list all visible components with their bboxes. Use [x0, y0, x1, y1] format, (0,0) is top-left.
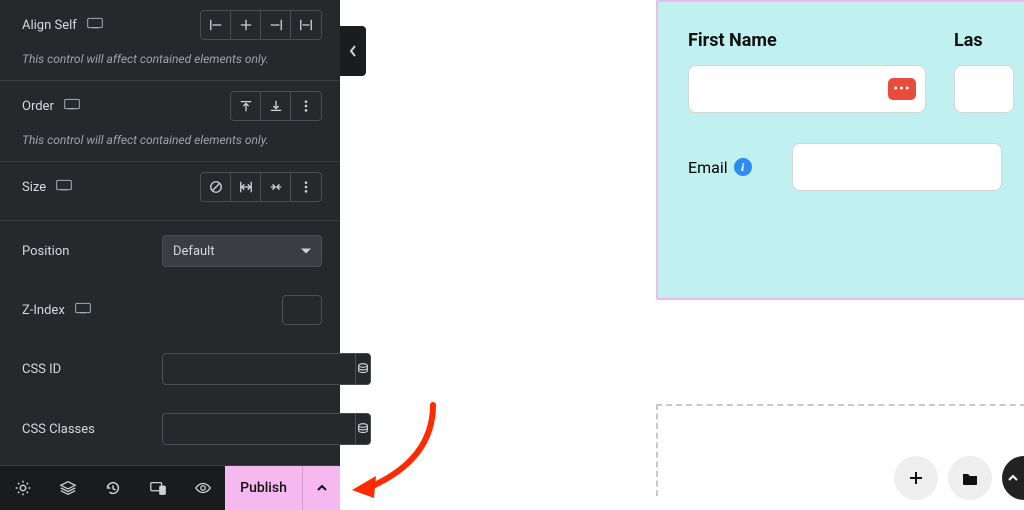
align-self-label-wrap: Align Self: [22, 17, 103, 33]
align-self-label: Align Self: [22, 18, 77, 33]
control-row-zindex: Z-Index: [0, 281, 340, 339]
position-select[interactable]: Default: [162, 235, 322, 267]
cssid-label: CSS ID: [22, 362, 61, 377]
align-self-center-button[interactable]: [231, 11, 261, 39]
responsive-icon[interactable]: [75, 302, 91, 318]
form-row-names: First Name ••• Las: [688, 30, 1004, 113]
size-none-button[interactable]: [201, 173, 231, 201]
order-start-button[interactable]: [231, 92, 261, 120]
control-row-align-self: Align Self: [0, 0, 340, 48]
dynamic-tags-button[interactable]: [355, 353, 371, 385]
zindex-label-wrap: Z-Index: [22, 302, 91, 318]
control-row-cssclasses: CSS Classes: [0, 399, 340, 459]
cssclasses-label: CSS Classes: [22, 422, 95, 437]
size-label-wrap: Size: [22, 179, 72, 195]
align-self-end-button[interactable]: [261, 11, 291, 39]
control-row-size: Size: [0, 162, 340, 221]
dynamic-tags-button[interactable]: [355, 413, 371, 445]
align-self-start-button[interactable]: [201, 11, 231, 39]
editor-sidebar: Align Self This control will affect cont…: [0, 0, 340, 510]
templates-button[interactable]: [948, 456, 992, 500]
publish-label: Publish: [240, 480, 287, 496]
fab-row: [894, 456, 1024, 500]
scroll-top-button[interactable]: [1002, 456, 1024, 500]
order-end-button[interactable]: [261, 92, 291, 120]
position-label: Position: [22, 244, 69, 259]
caret-down-icon: [301, 249, 311, 254]
size-label: Size: [22, 180, 46, 195]
add-element-button[interactable]: [894, 456, 938, 500]
responsive-button[interactable]: [135, 466, 180, 510]
order-more-button[interactable]: [291, 92, 321, 120]
order-label: Order: [22, 99, 54, 114]
size-grow-button[interactable]: [231, 173, 261, 201]
email-input[interactable]: [792, 143, 1002, 191]
editor-footer-bar: Publish: [0, 466, 340, 510]
preview-button[interactable]: [180, 466, 225, 510]
form-row-email: Email i: [688, 143, 1004, 191]
zindex-label: Z-Index: [22, 303, 65, 318]
first-name-label: First Name: [688, 30, 926, 51]
align-self-stretch-button[interactable]: [291, 11, 321, 39]
password-manager-badge[interactable]: •••: [888, 78, 916, 100]
zindex-input[interactable]: [282, 295, 322, 325]
preview-form-container: First Name ••• Las Email i: [656, 0, 1024, 300]
publish-options-button[interactable]: [302, 466, 340, 510]
form-col-first-name: First Name •••: [688, 30, 926, 113]
cssclasses-input[interactable]: [162, 413, 355, 445]
control-row-position: Position Default: [0, 221, 340, 281]
email-label: Email: [688, 158, 728, 177]
settings-button[interactable]: [0, 466, 45, 510]
size-segmented: [200, 172, 322, 202]
navigator-button[interactable]: [45, 466, 90, 510]
responsive-icon[interactable]: [87, 17, 103, 33]
align-self-segmented: [200, 10, 322, 40]
info-icon[interactable]: i: [734, 158, 752, 176]
form-col-last-name: Las: [954, 30, 1004, 113]
email-label-wrap: Email i: [688, 158, 752, 177]
size-more-button[interactable]: [291, 173, 321, 201]
publish-button-wrap: Publish: [225, 466, 340, 510]
align-self-hint: This control will affect contained eleme…: [0, 48, 340, 81]
order-hint: This control will affect contained eleme…: [0, 129, 340, 162]
last-name-label: Las: [954, 30, 1004, 51]
control-row-order: Order: [0, 81, 340, 129]
last-name-input[interactable]: [954, 65, 1014, 113]
control-row-cssid: CSS ID: [0, 339, 340, 399]
responsive-icon[interactable]: [56, 179, 72, 195]
history-button[interactable]: [90, 466, 135, 510]
publish-button[interactable]: Publish: [225, 466, 302, 510]
responsive-icon[interactable]: [64, 98, 80, 114]
sidebar-collapse-button[interactable]: [340, 26, 366, 76]
size-shrink-button[interactable]: [261, 173, 291, 201]
position-value: Default: [173, 244, 215, 259]
order-segmented: [230, 91, 322, 121]
order-label-wrap: Order: [22, 98, 80, 114]
cssid-input[interactable]: [162, 353, 355, 385]
